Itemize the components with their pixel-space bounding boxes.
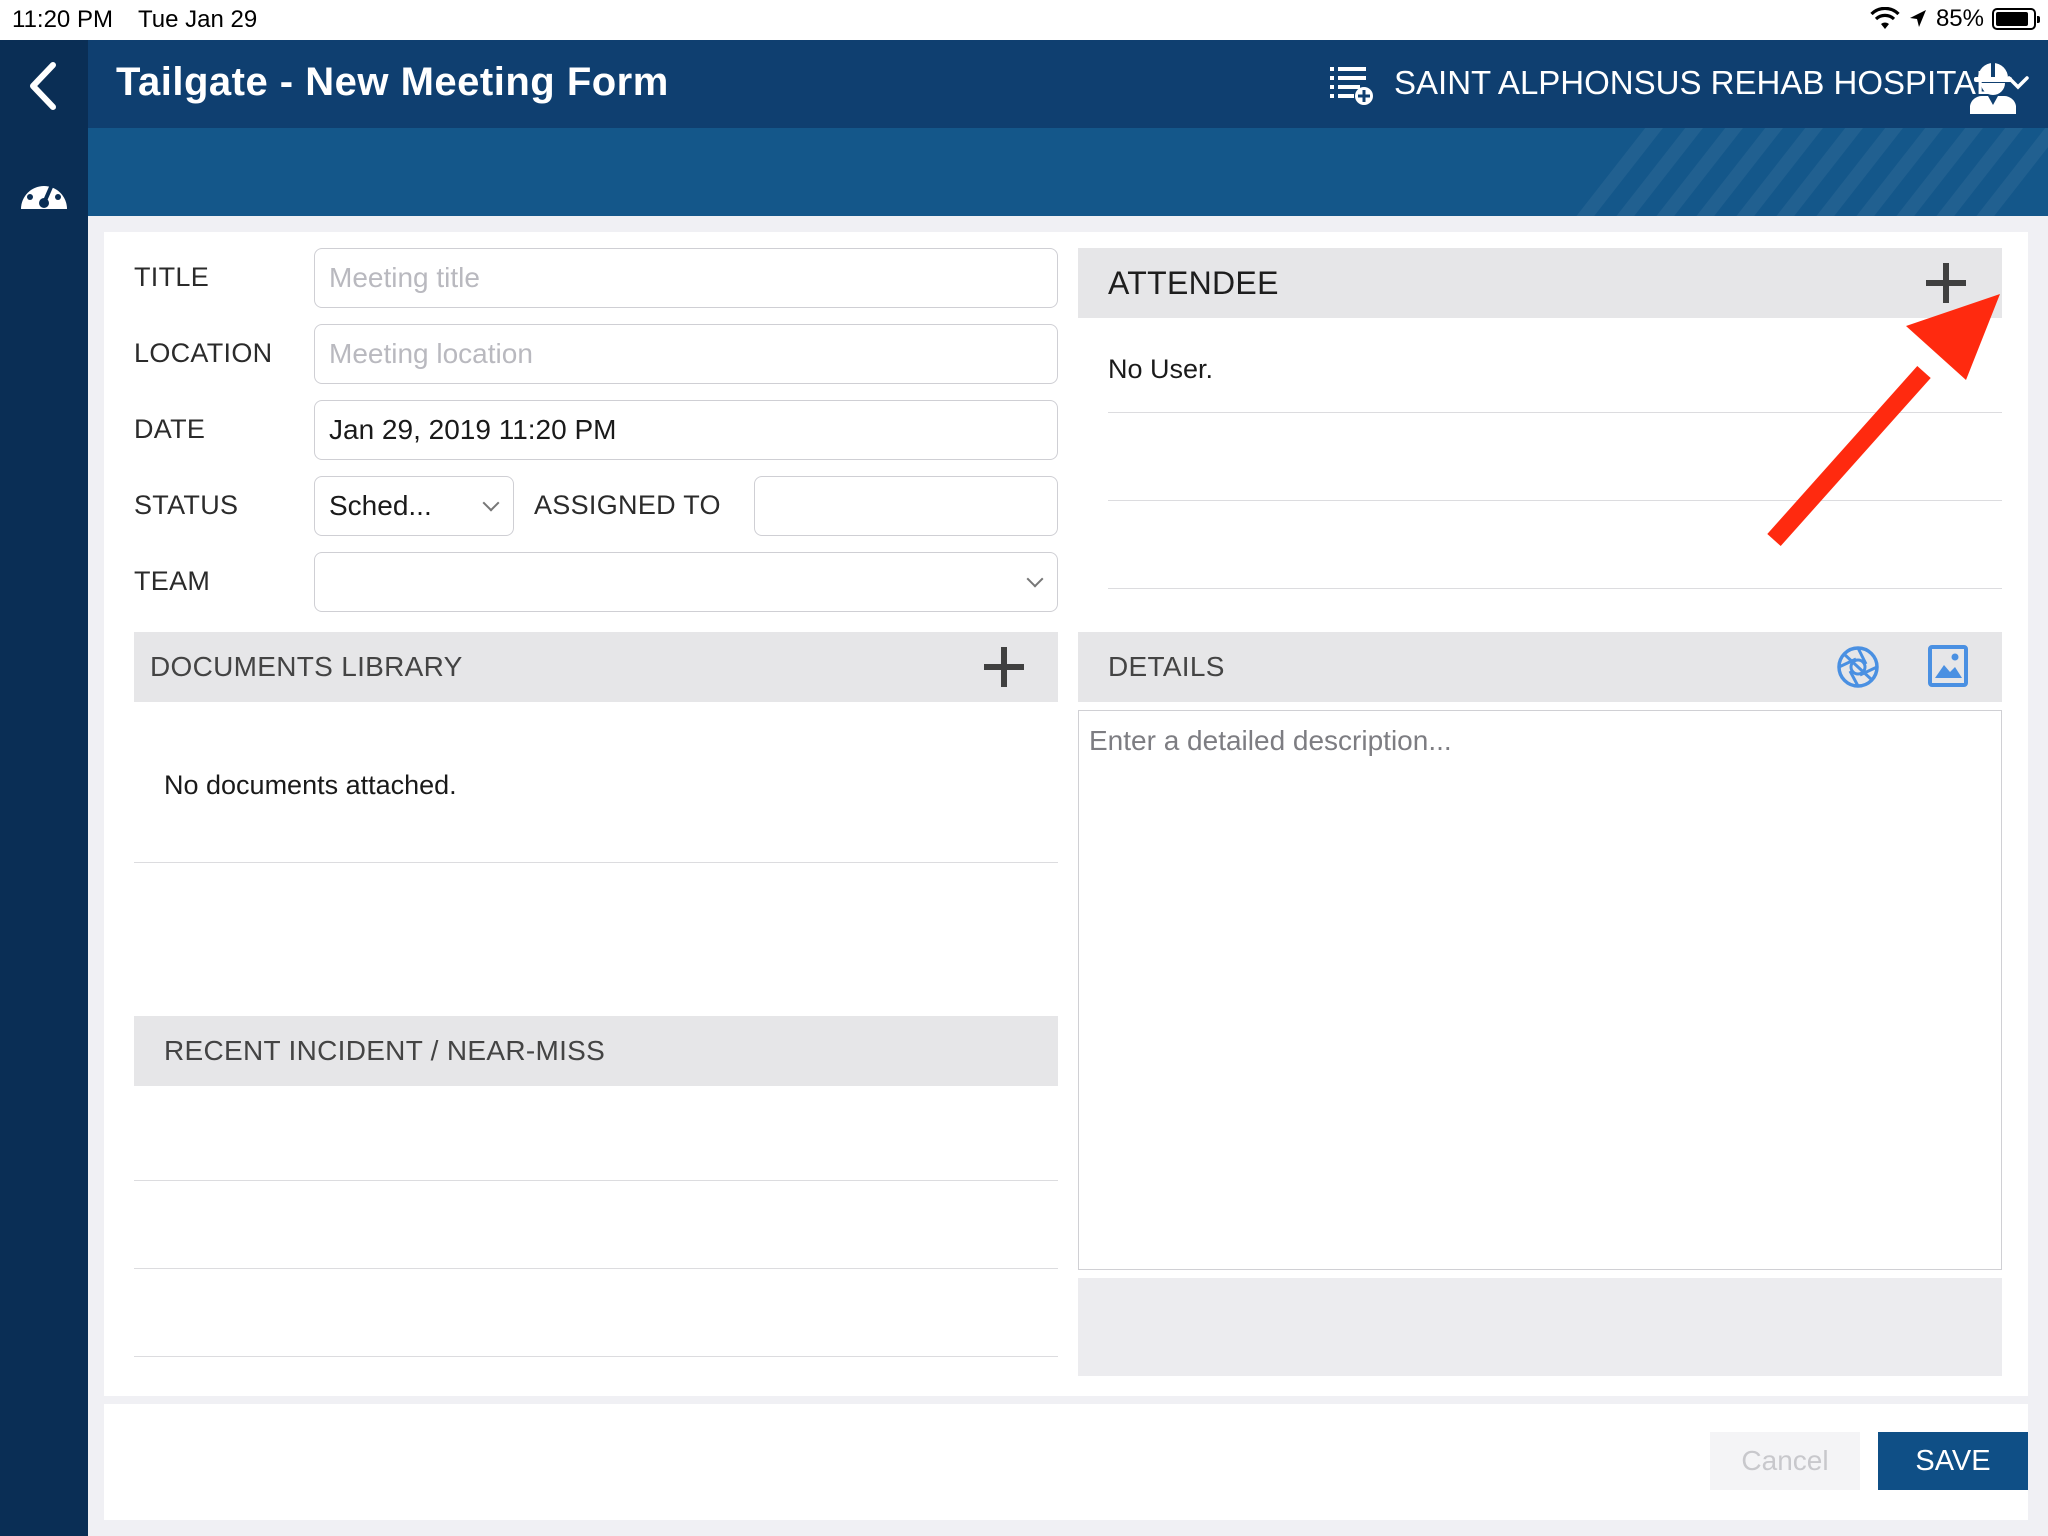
sub-header-bar [88, 128, 2048, 216]
gallery-button[interactable] [1928, 645, 1968, 687]
details-footer-area [1078, 1278, 2002, 1376]
worker-helmet-icon [1970, 62, 2016, 114]
status-value: Sched... [329, 490, 432, 521]
location-field[interactable] [314, 324, 1058, 384]
divider [134, 1268, 1058, 1269]
title-label: TITLE [134, 262, 210, 292]
dashboard-button[interactable] [14, 162, 74, 222]
battery-percent: 85% [1935, 5, 1984, 32]
location-label: LOCATION [134, 338, 273, 368]
battery-icon [1992, 8, 2040, 30]
side-nav [0, 40, 88, 1536]
assigned-to-label: ASSIGNED TO [534, 490, 721, 520]
location-input[interactable] [329, 338, 1057, 370]
chevron-down-icon [1026, 570, 1044, 588]
divider [134, 1356, 1058, 1357]
list-add-icon [1330, 67, 1373, 105]
documents-empty-message: No documents attached. [164, 770, 457, 800]
meeting-form-card: TITLE LOCATION DATE Jan 29, 2019 11:20 P… [104, 232, 2028, 1396]
recent-incident-title: RECENT INCIDENT / NEAR-MISS [164, 1035, 606, 1066]
organization-name: SAINT ALPHONSUS REHAB HOSPITAL [1394, 64, 1995, 101]
camera-aperture-icon [1837, 646, 1879, 688]
team-label: TEAM [134, 566, 211, 596]
header-bar: Tailgate - New Meeting Form SAINT ALPHON… [88, 40, 2048, 128]
red-arrow-icon [1767, 294, 2000, 546]
status-bar: 11:20 PM Tue Jan 29 85% [0, 0, 2048, 40]
speedometer-icon [21, 177, 67, 209]
page-title: Tailgate - New Meeting Form [116, 60, 669, 104]
add-document-button[interactable] [980, 643, 1028, 691]
status-indicators: 85% [1870, 5, 2040, 33]
status-label: STATUS [134, 490, 239, 520]
divider [134, 862, 1058, 863]
details-textarea[interactable] [1079, 711, 2001, 1269]
attendee-title: ATTENDEE [1108, 264, 1279, 301]
list-add-button[interactable] [1328, 64, 1374, 106]
documents-library-header: DOCUMENTS LIBRARY [134, 632, 1058, 702]
cancel-button[interactable]: Cancel [1710, 1432, 1860, 1490]
details-header: DETAILS [1078, 632, 2002, 702]
profile-button[interactable] [1966, 58, 2020, 114]
title-input[interactable] [329, 262, 1057, 294]
chevron-left-icon [30, 62, 56, 110]
wifi-icon [1870, 7, 1900, 29]
title-field[interactable] [314, 248, 1058, 308]
status-date: Tue Jan 29 [138, 6, 258, 33]
date-value: Jan 29, 2019 11:20 PM [329, 414, 617, 445]
camera-button[interactable] [1836, 645, 1880, 689]
status-time: 11:20 PM [12, 6, 113, 33]
location-arrow-icon [1909, 10, 1926, 27]
details-title: DETAILS [1108, 651, 1225, 682]
date-label: DATE [134, 414, 206, 444]
attendee-empty-message: No User. [1108, 354, 1214, 384]
image-icon [1928, 645, 1968, 687]
status-select[interactable]: Sched... [314, 476, 514, 536]
chevron-down-icon [482, 494, 500, 512]
date-field[interactable]: Jan 29, 2019 11:20 PM [314, 400, 1058, 460]
form-footer: Cancel SAVE [104, 1404, 2028, 1520]
team-select[interactable] [314, 552, 1058, 612]
assigned-to-field[interactable] [754, 476, 1058, 536]
divider [134, 1180, 1058, 1181]
recent-incident-header: RECENT INCIDENT / NEAR-MISS [134, 1016, 1058, 1086]
documents-library-title: DOCUMENTS LIBRARY [150, 651, 463, 682]
save-button[interactable]: SAVE [1878, 1432, 2028, 1490]
divider [1108, 588, 2002, 589]
organization-selector[interactable]: SAINT ALPHONSUS REHAB HOSPITAL [1394, 64, 2030, 102]
details-field[interactable] [1078, 710, 2002, 1270]
back-button[interactable] [18, 58, 68, 114]
